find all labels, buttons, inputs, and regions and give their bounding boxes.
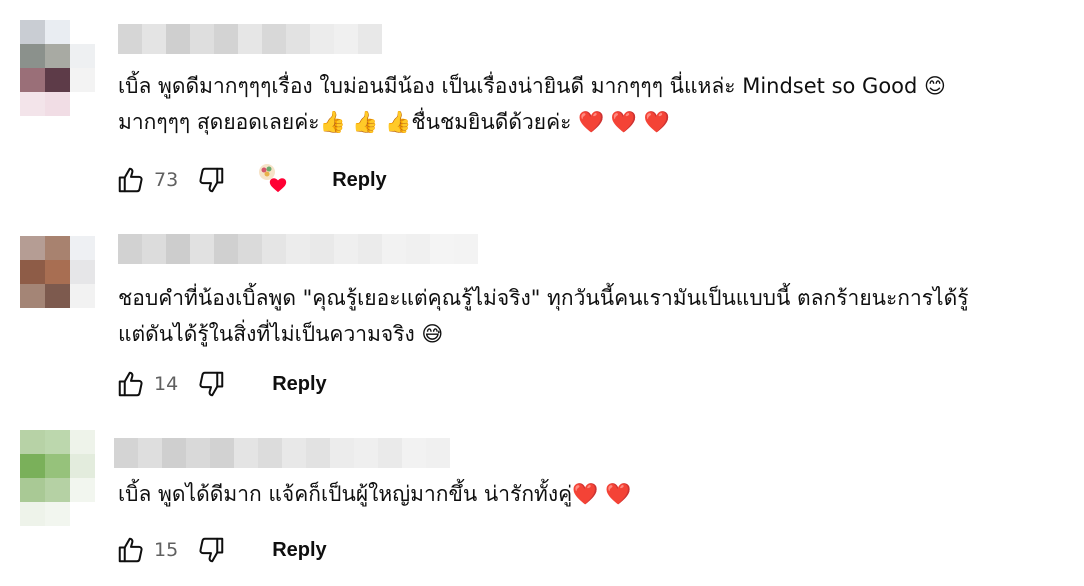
- comment-text: ชอบคำที่น้องเบิ้ลพูด "คุณรู้เยอะแต่คุณรู…: [118, 280, 1058, 352]
- reply-button[interactable]: Reply: [272, 373, 326, 396]
- like-button[interactable]: [114, 367, 148, 401]
- comment-text-line: เบิ้ล พูดดีมากๆๆๆเรื่อง ใบม่อนมีน้อง เป็…: [118, 74, 946, 98]
- comment-actions: 73 Reply: [114, 160, 387, 200]
- dislike-button[interactable]: [194, 367, 228, 401]
- comment-text-line: แต่ดันได้รู้ในสิ่งที่ไม่เป็นความจริง 😅: [118, 322, 444, 346]
- comment-text-line: ชอบคำที่น้องเบิ้ลพูด "คุณรู้เยอะแต่คุณรู…: [118, 286, 969, 310]
- like-count: 73: [154, 169, 179, 191]
- comment-text-line: มากๆๆๆ สุดยอดเลยค่ะ👍 👍 👍ชื่นชมยินดีด้วยค…: [118, 110, 670, 134]
- thumbs-down-icon: [199, 537, 224, 563]
- author-name-redacted[interactable]: [114, 438, 450, 468]
- comment-actions: 14 Reply: [114, 364, 327, 404]
- comment-text-line: เบิ้ล พูดได้ดีมาก แจ้คก็เป็นผู้ใหญ่มากขึ…: [118, 482, 632, 506]
- avatar[interactable]: [20, 430, 96, 526]
- like-button[interactable]: [114, 533, 148, 567]
- thumbs-down-icon: [199, 371, 224, 397]
- thumbs-up-icon: [118, 537, 143, 563]
- creator-heart-icon: [270, 178, 287, 193]
- reply-button[interactable]: Reply: [332, 169, 386, 192]
- like-count: 15: [154, 539, 179, 561]
- like-count: 14: [154, 373, 179, 395]
- creator-heart-badge: [258, 163, 292, 197]
- thumbs-up-icon: [118, 167, 143, 193]
- thumbs-down-icon: [199, 167, 224, 193]
- author-name-redacted[interactable]: [118, 24, 382, 54]
- comment-actions: 15 Reply: [114, 530, 327, 570]
- like-button[interactable]: [114, 163, 148, 197]
- avatar[interactable]: [20, 236, 96, 332]
- avatar[interactable]: [20, 20, 96, 116]
- dislike-button[interactable]: [194, 533, 228, 567]
- author-name-redacted[interactable]: [118, 234, 478, 264]
- comment-text: เบิ้ล พูดได้ดีมาก แจ้คก็เป็นผู้ใหญ่มากขึ…: [118, 476, 1058, 512]
- reply-button[interactable]: Reply: [272, 539, 326, 562]
- dislike-button[interactable]: [194, 163, 228, 197]
- thumbs-up-icon: [118, 371, 143, 397]
- comment-text: เบิ้ล พูดดีมากๆๆๆเรื่อง ใบม่อนมีน้อง เป็…: [118, 68, 1058, 140]
